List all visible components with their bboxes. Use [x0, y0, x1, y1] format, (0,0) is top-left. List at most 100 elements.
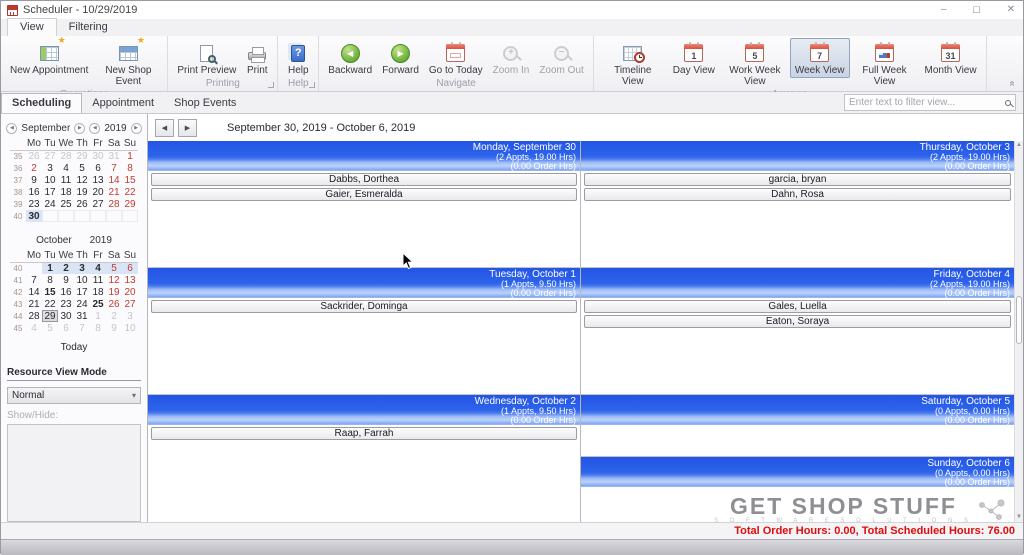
day-cell-friday[interactable]: Friday, October 4(2 Appts, 19.00 Hrs)(0.…: [581, 268, 1014, 395]
mini-cal-day[interactable]: 24: [74, 298, 90, 310]
mini-cal-day[interactable]: 9: [58, 274, 74, 286]
mini-cal-day[interactable]: 21: [106, 186, 122, 198]
mini-cal-day[interactable]: 19: [106, 286, 122, 298]
day-cell-sunday[interactable]: Sunday, October 6(0 Appts, 0.00 Hrs)(0.0…: [581, 457, 1014, 522]
mini-cal-day[interactable]: 7: [106, 162, 122, 174]
mini-cal-day[interactable]: 23: [58, 298, 74, 310]
mini-cal-day[interactable]: 3: [122, 310, 138, 322]
appointment-bar[interactable]: Raap, Farrah: [151, 427, 577, 440]
print-preview-button[interactable]: Print Preview: [172, 38, 241, 78]
today-button[interactable]: Today: [1, 342, 147, 353]
mini-cal-day[interactable]: 30: [58, 310, 74, 322]
mini-cal-day[interactable]: 29: [74, 150, 90, 162]
show-hide-list[interactable]: [7, 424, 141, 522]
mini-cal-day[interactable]: 17: [74, 286, 90, 298]
mini-cal-day[interactable]: 10: [74, 274, 90, 286]
mini-cal-day[interactable]: 4: [58, 162, 74, 174]
maximize-button[interactable]: ☐: [973, 5, 981, 15]
mini-cal-day[interactable]: 14: [26, 286, 42, 298]
day-header-tuesday[interactable]: Tuesday, October 1(1 Appts, 9.50 Hrs)(0.…: [148, 268, 580, 298]
mini-cal-day[interactable]: 2: [106, 310, 122, 322]
month-view-button[interactable]: 31 Month View: [920, 38, 982, 78]
day-cell-saturday[interactable]: Saturday, October 5(0 Appts, 0.00 Hrs)(0…: [581, 395, 1014, 457]
mini-cal-day[interactable]: 22: [122, 186, 138, 198]
appointment-bar[interactable]: Sackrider, Dominga: [151, 300, 577, 313]
backward-button[interactable]: ◀ Backward: [323, 38, 377, 78]
mini-cal-day[interactable]: 18: [90, 286, 106, 298]
appointment-bar[interactable]: Eaton, Soraya: [584, 315, 1011, 328]
mini-cal-day[interactable]: 26: [26, 150, 42, 162]
appointment-bar[interactable]: Gaier, Esmeralda: [151, 188, 577, 201]
mini-cal-day[interactable]: 20: [90, 186, 106, 198]
mini-cal-day[interactable]: 31: [74, 310, 90, 322]
day-header-saturday[interactable]: Saturday, October 5(0 Appts, 0.00 Hrs)(0…: [581, 395, 1014, 425]
mini-cal-day[interactable]: 7: [74, 322, 90, 334]
mini-cal-day[interactable]: 18: [58, 186, 74, 198]
next-week-button[interactable]: ▶: [178, 119, 197, 137]
mini-cal-day[interactable]: 27: [42, 150, 58, 162]
tab-appointment[interactable]: Appointment: [82, 94, 164, 113]
mini-cal-day[interactable]: 27: [90, 198, 106, 210]
mini-cal-day[interactable]: 19: [74, 186, 90, 198]
collapse-ribbon-icon[interactable]: «: [1007, 81, 1018, 87]
mini-cal-day[interactable]: 12: [106, 274, 122, 286]
mini-cal-day[interactable]: 4: [90, 262, 106, 274]
resource-view-mode-select[interactable]: Normal ▾: [7, 387, 141, 404]
dialog-launcher-icon[interactable]: [268, 82, 274, 88]
mini-cal-day[interactable]: 14: [106, 174, 122, 186]
day-cell-monday[interactable]: Monday, September 30(2 Appts, 19.00 Hrs)…: [148, 141, 580, 268]
next-year-icon[interactable]: ▶: [131, 123, 142, 134]
minimize-button[interactable]: –: [941, 5, 947, 15]
mini-cal-day[interactable]: 17: [42, 186, 58, 198]
work-week-view-button[interactable]: 5 Work Week View: [720, 38, 790, 89]
mini-cal-day[interactable]: 11: [58, 174, 74, 186]
mini-cal-day[interactable]: 12: [74, 174, 90, 186]
mini-cal-day[interactable]: 10: [42, 174, 58, 186]
day-header-wednesday[interactable]: Wednesday, October 2(1 Appts, 9.50 Hrs)(…: [148, 395, 580, 425]
new-appointment-button[interactable]: ★ New Appointment: [5, 38, 93, 78]
mini-cal-day[interactable]: 11: [90, 274, 106, 286]
day-view-button[interactable]: 1 Day View: [668, 38, 720, 78]
mini-cal-day[interactable]: 3: [74, 262, 90, 274]
mini-cal-day[interactable]: 29: [42, 310, 58, 322]
tab-shop-events[interactable]: Shop Events: [164, 94, 246, 113]
tab-scheduling[interactable]: Scheduling: [1, 93, 82, 113]
mini-cal-day[interactable]: 15: [42, 286, 58, 298]
mini-cal-day[interactable]: 1: [122, 150, 138, 162]
mini-cal-day[interactable]: 8: [90, 322, 106, 334]
mini-cal-day[interactable]: 31: [106, 150, 122, 162]
prev-week-button[interactable]: ◀: [155, 119, 174, 137]
dialog-launcher-icon[interactable]: [309, 82, 315, 88]
vertical-scrollbar[interactable]: ▲ ▼: [1014, 141, 1023, 522]
mini-cal-day[interactable]: 5: [74, 162, 90, 174]
zoom-out-button[interactable]: − Zoom Out: [534, 38, 588, 78]
prev-month-icon[interactable]: ◀: [6, 123, 17, 134]
mini-cal-day[interactable]: 27: [122, 298, 138, 310]
appointment-bar[interactable]: Dahn, Rosa: [584, 188, 1011, 201]
mini-cal-day[interactable]: 7: [26, 274, 42, 286]
mini-cal-day[interactable]: 5: [42, 322, 58, 334]
day-header-sunday[interactable]: Sunday, October 6(0 Appts, 0.00 Hrs)(0.0…: [581, 457, 1014, 487]
search-icon[interactable]: [1005, 100, 1011, 106]
mini-cal-day[interactable]: 13: [122, 274, 138, 286]
mini-cal-day[interactable]: 30: [26, 210, 42, 222]
full-week-view-button[interactable]: Full Week View: [850, 38, 920, 89]
day-cell-thursday[interactable]: Thursday, October 3(2 Appts, 19.00 Hrs)(…: [581, 141, 1014, 268]
day-header-monday[interactable]: Monday, September 30(2 Appts, 19.00 Hrs)…: [148, 141, 580, 171]
mini-cal-day[interactable]: 28: [58, 150, 74, 162]
print-button[interactable]: Print: [241, 38, 273, 78]
mini-cal-day[interactable]: 26: [106, 298, 122, 310]
mini-cal-day[interactable]: 8: [122, 162, 138, 174]
mini-cal-day[interactable]: 9: [106, 322, 122, 334]
zoom-in-button[interactable]: + Zoom In: [488, 38, 535, 78]
mini-cal-day[interactable]: 2: [58, 262, 74, 274]
mini-cal-day[interactable]: 25: [58, 198, 74, 210]
mini-cal-day[interactable]: 16: [26, 186, 42, 198]
day-header-friday[interactable]: Friday, October 4(2 Appts, 19.00 Hrs)(0.…: [581, 268, 1014, 298]
mini-cal-day[interactable]: 16: [58, 286, 74, 298]
close-button[interactable]: ✕: [1007, 5, 1015, 15]
mini-cal-day[interactable]: 5: [106, 262, 122, 274]
filter-input[interactable]: [849, 97, 1002, 108]
mini-cal-day[interactable]: 6: [58, 322, 74, 334]
mini-cal-day[interactable]: 15: [122, 174, 138, 186]
